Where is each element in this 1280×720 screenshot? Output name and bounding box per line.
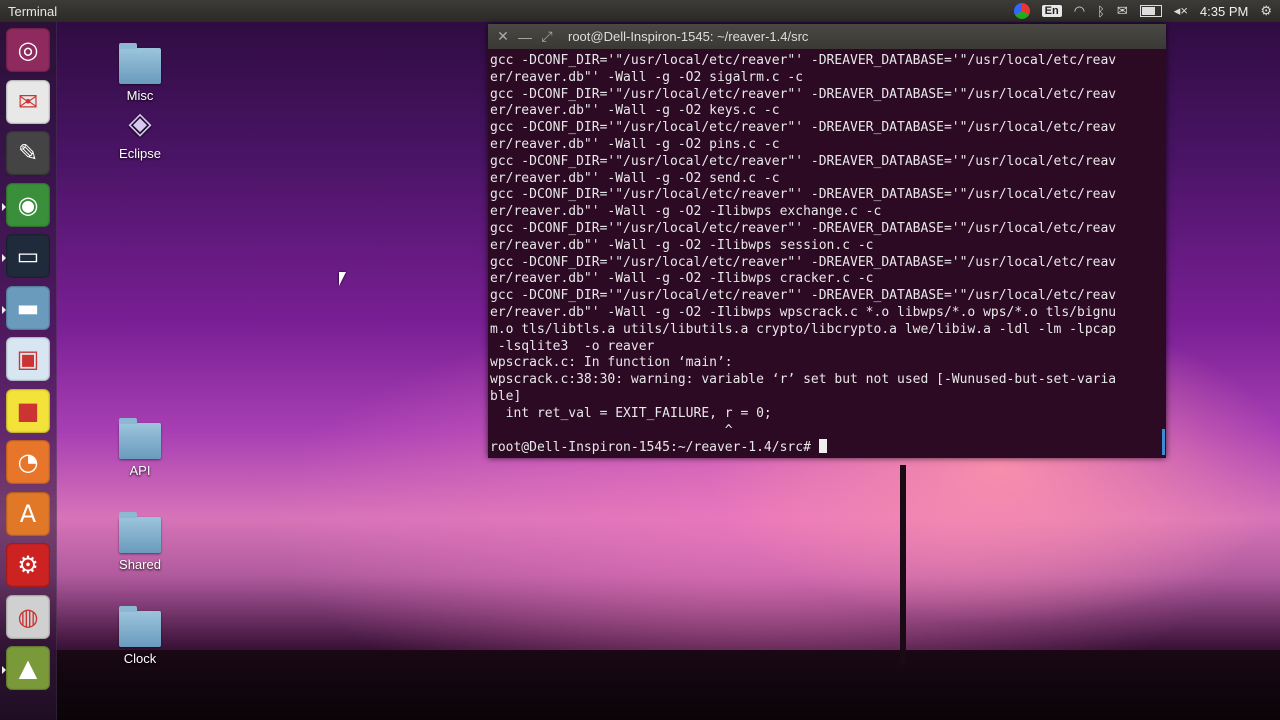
keyboard-layout-indicator[interactable]: En	[1041, 5, 1062, 17]
terminal-line: gcc -DCONF_DIR='"/usr/local/etc/reaver"'…	[490, 220, 1117, 236]
running-indicator	[2, 666, 6, 674]
desktop-icon-label: API	[129, 463, 151, 478]
image-viewer-icon[interactable]: ▣	[6, 337, 50, 381]
desktop-folder-api[interactable]: API	[100, 418, 180, 478]
bluetooth-icon[interactable]: ᛒ	[1097, 4, 1105, 19]
mail-indicator-icon[interactable]: ✉	[1117, 3, 1128, 19]
firefox-icon[interactable]: ◔	[6, 440, 50, 484]
terminal-line: gcc -DCONF_DIR='"/usr/local/etc/reaver"'…	[490, 120, 1117, 136]
wallpaper-tree	[900, 465, 906, 665]
system-tray: En ◠ ᛒ ✉ ◂× 4:35 PM ⚙	[1013, 3, 1272, 19]
gear-icon[interactable]: ⚙	[1260, 3, 1272, 19]
android-app-icon[interactable]: ▲	[2, 646, 50, 690]
minimize-icon[interactable]: —	[514, 29, 536, 45]
terminal-line: er/reaver.db"' -Wall -g -O2 send.c -c	[490, 170, 780, 186]
terminal-scrollbar[interactable]	[1162, 429, 1165, 455]
terminal-line: er/reaver.db"' -Wall -g -O2 keys.c -c	[490, 103, 780, 119]
terminal-line: gcc -DCONF_DIR='"/usr/local/etc/reaver"'…	[490, 288, 1117, 304]
terminal-line: gcc -DCONF_DIR='"/usr/local/etc/reaver"'…	[490, 86, 1117, 102]
desktop-icon-label: Shared	[119, 557, 161, 572]
wifi-icon[interactable]: ◠	[1074, 3, 1085, 19]
desktop-folder-shared[interactable]: Shared	[100, 512, 180, 572]
shell-prompt: root@Dell-Inspiron-1545:~/reaver-1.4/src…	[490, 440, 819, 454]
volume-icon[interactable]: ◂×	[1174, 3, 1188, 19]
terminal-line: ^	[490, 422, 733, 438]
running-indicator	[2, 254, 6, 262]
folder-icon	[119, 512, 161, 553]
files-folder-icon[interactable]: ▬	[2, 285, 50, 330]
terminal-line: gcc -DCONF_DIR='"/usr/local/etc/reaver"'…	[490, 153, 1117, 169]
terminal-line: er/reaver.db"' -Wall -g -O2 -Ilibwps exc…	[490, 204, 882, 220]
desktop-launcher-eclipse[interactable]: ◈ Eclipse	[100, 104, 180, 161]
active-app-title: Terminal	[8, 3, 58, 19]
desktop-folder-misc[interactable]: Misc	[100, 43, 180, 103]
terminal-line: wpscrack.c:38:30: warning: variable ‘r’ …	[490, 372, 1117, 388]
terminal-line: er/reaver.db"' -Wall -g -O2 pins.c -c	[490, 136, 780, 152]
terminal-icon[interactable]: ▭	[2, 234, 50, 278]
text-editor-icon[interactable]: ✎	[6, 131, 50, 175]
terminal-line: wpscrack.c: In function ‘main’:	[490, 355, 733, 371]
close-icon[interactable]: ✕	[492, 28, 514, 45]
mail-client-icon[interactable]: ✉	[6, 79, 50, 124]
terminal-prompt-line[interactable]: root@Dell-Inspiron-1545:~/reaver-1.4/src…	[490, 439, 1164, 454]
terminal-line: er/reaver.db"' -Wall -g -O2 -Ilibwps ses…	[490, 237, 874, 253]
webcam-indicator-icon[interactable]	[1013, 3, 1030, 19]
sticky-notes-icon[interactable]: ■	[6, 388, 50, 433]
panel-clock[interactable]: 4:35 PM	[1200, 4, 1248, 19]
folder-icon	[119, 43, 161, 84]
terminal-line: er/reaver.db"' -Wall -g -O2 -Ilibwps cra…	[490, 271, 874, 287]
eclipse-icon: ◈	[128, 107, 152, 140]
maximize-icon[interactable]: ⤢	[536, 28, 558, 45]
chrome-browser-icon[interactable]: ◉	[2, 182, 50, 227]
terminal-line: er/reaver.db"' -Wall -g -O2 sigalrm.c -c	[490, 69, 804, 85]
unity-launcher: ◎ ✉ ✎ ◉ ▭ ▬ ▣ ■ ◔ A ⚙ ◍ ▲	[0, 22, 57, 720]
terminal-line: er/reaver.db"' -Wall -g -O2 -Ilibwps wps…	[490, 304, 1117, 320]
terminal-titlebar[interactable]: ✕ — ⤢ root@Dell-Inspiron-1545: ~/reaver-…	[488, 24, 1166, 49]
terminal-line: int ret_val = EXIT_FAILURE, r = 0;	[490, 405, 772, 421]
terminal-title: root@Dell-Inspiron-1545: ~/reaver-1.4/sr…	[568, 29, 809, 44]
wallpaper-ground	[56, 650, 1280, 720]
terminal-output[interactable]: gcc -DCONF_DIR='"/usr/local/etc/reaver"'…	[488, 49, 1166, 454]
text-cursor	[818, 439, 827, 454]
system-settings-icon[interactable]: ⚙	[6, 543, 50, 587]
terminal-line: gcc -DCONF_DIR='"/usr/local/etc/reaver"'…	[490, 53, 1117, 68]
desktop-icon-label: Eclipse	[119, 146, 161, 161]
mouse-pointer-icon	[339, 272, 346, 286]
terminal-line: -lsqlite3 -o reaver	[490, 338, 655, 354]
terminal-line: m.o tls/libtls.a utils/libutils.a crypto…	[490, 321, 1117, 337]
top-panel: Terminal En ◠ ᛒ ✉ ◂× 4:35 PM ⚙	[0, 0, 1280, 22]
folder-icon	[119, 418, 161, 459]
running-indicator	[2, 202, 6, 211]
battery-icon[interactable]	[1139, 5, 1162, 17]
software-center-icon[interactable]: A	[6, 491, 50, 536]
terminal-line: ble]	[490, 388, 522, 404]
desktop-folder-clock[interactable]: Clock	[100, 606, 180, 666]
running-indicator	[2, 305, 6, 314]
terminal-line: gcc -DCONF_DIR='"/usr/local/etc/reaver"'…	[490, 254, 1117, 270]
terminal-window[interactable]: ✕ — ⤢ root@Dell-Inspiron-1545: ~/reaver-…	[488, 24, 1166, 458]
desktop-icon-label: Clock	[123, 651, 157, 666]
terminal-line: gcc -DCONF_DIR='"/usr/local/etc/reaver"'…	[490, 187, 1117, 203]
ubuntu-home-icon[interactable]: ◎	[6, 28, 50, 72]
folder-icon	[119, 606, 161, 647]
speaker-app-icon[interactable]: ◍	[6, 594, 50, 639]
desktop-icon-label: Misc	[126, 88, 154, 103]
